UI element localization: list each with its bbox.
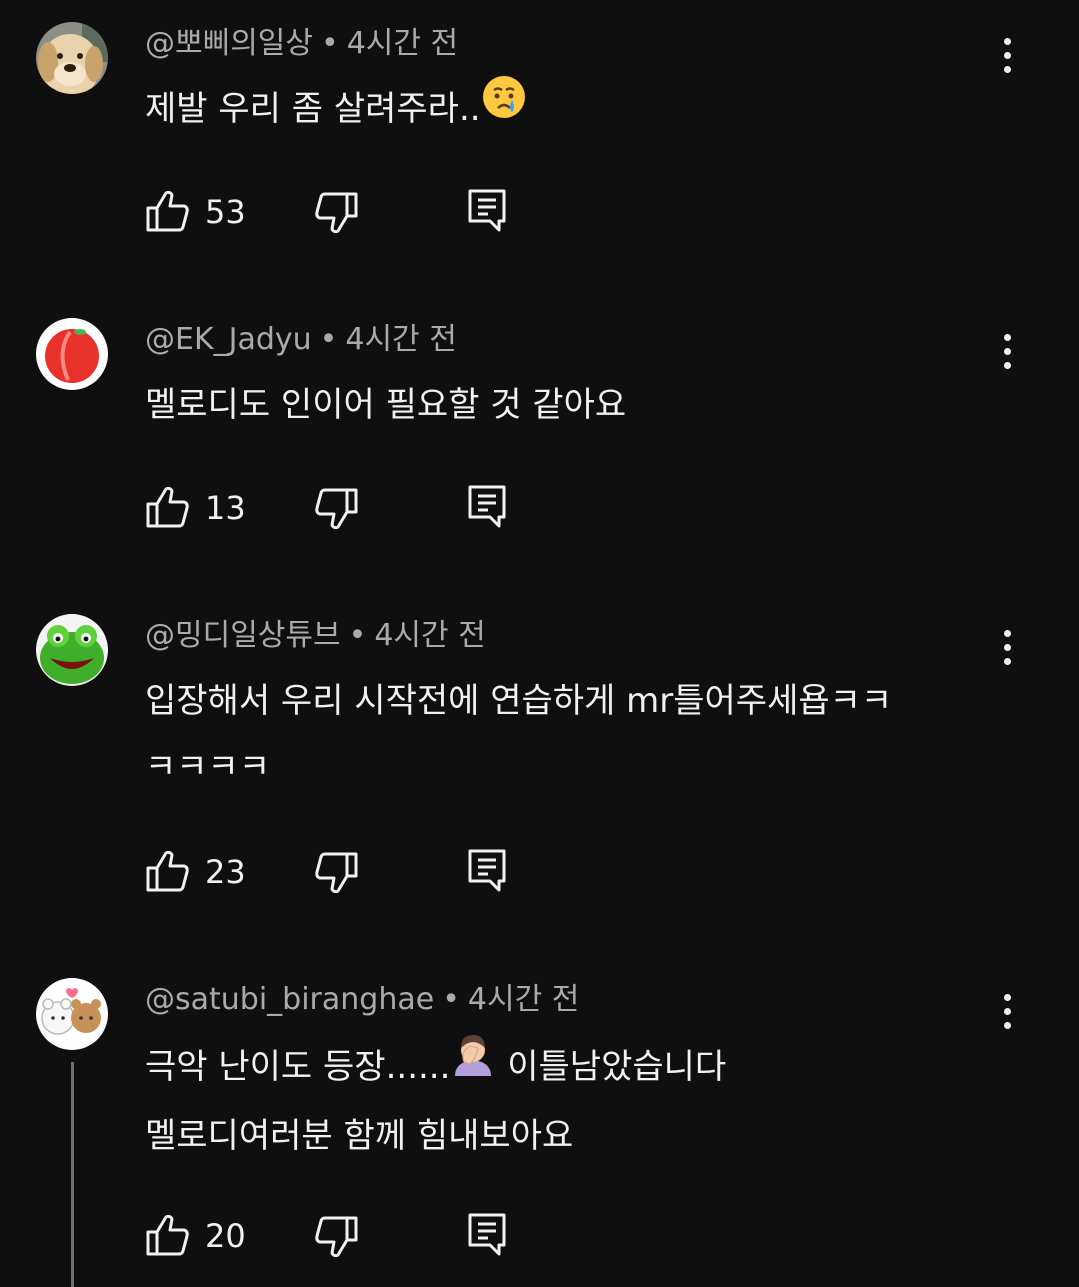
bears-avatar-icon [36,978,108,1050]
reply-button[interactable] [465,1212,511,1258]
like-button[interactable] [145,848,191,894]
comment-text-line: 입장해서 우리 시작전에 연습하게 mr틀어주세욥ㅋㅋ [145,681,893,721]
separator-dot: • [348,618,367,653]
comment-time[interactable]: 4시간 전 [345,322,456,357]
reply-button[interactable] [465,188,511,234]
comment-meta: @satubi_biranghae • 4시간 전 [145,980,579,1020]
author-name[interactable]: @뽀삐의일상 [145,26,313,61]
thumbs-up-icon [146,190,189,232]
thumbs-down-icon [315,192,358,234]
peach-avatar-icon [36,318,108,390]
crying-face-emoji-icon [481,74,527,142]
more-options-button[interactable] [990,992,1026,1032]
author-name[interactable]: @밍디일상튜브 [145,618,341,653]
comment-time[interactable]: 4시간 전 [374,618,485,653]
avatar[interactable] [36,318,108,390]
thumbs-up-icon [146,1214,189,1256]
reply-comment-icon [468,849,506,892]
more-options-button[interactable] [990,628,1026,668]
like-button[interactable] [145,1212,191,1258]
comment-text: 극악 난이도 등장...... 이틀남았습니다 멜로디여러분 함께 힘내보아요 [145,1034,726,1169]
golden-retriever-avatar-icon [36,22,108,94]
comment-text: 멜로디도 인이어 필요할 것 같아요 [145,372,626,438]
comment-time[interactable]: 4시간 전 [347,26,458,61]
separator-dot: • [321,26,339,61]
thumbs-down-icon [315,488,358,530]
comment-text: 입장해서 우리 시작전에 연습하게 mr틀어주세욥ㅋㅋ ㅋㅋㅋㅋ [145,668,892,800]
comment-text-fragment: 이틀남았습니다 [496,1047,727,1087]
dislike-button[interactable] [313,190,359,236]
author-name[interactable]: @satubi_biranghae [145,982,434,1017]
dislike-button[interactable] [313,486,359,532]
like-button[interactable] [145,188,191,234]
separator-dot: • [319,322,338,357]
thumbs-up-icon [146,850,189,892]
comment-text-line: ㅋㅋㅋㅋ [145,747,271,787]
reply-comment-icon [468,189,506,232]
like-button[interactable] [145,484,191,530]
comment-actions: 23 [145,848,545,898]
comment-text-line: 멜로디도 인이어 필요할 것 같아요 [145,385,627,425]
comment-text-line: 멜로디여러분 함께 힘내보아요 [145,1115,574,1156]
more-options-button[interactable] [990,332,1026,372]
comment-meta: @EK_Jadyu • 4시간 전 [145,320,457,360]
comment-meta: @밍디일상튜브 • 4시간 전 [145,616,486,656]
like-count: 53 [205,193,246,231]
avatar[interactable] [36,614,108,686]
avatar[interactable] [36,978,108,1050]
comment-actions: 53 [145,188,545,238]
comment-text-line: 극악 난이도 등장...... 이틀남았습니다 [145,1034,726,1103]
comment-time[interactable]: 4시간 전 [468,982,579,1017]
facepalm-emoji-icon [450,1032,496,1100]
comment-actions: 13 [145,484,545,534]
comment-meta: @뽀삐의일상 • 4시간 전 [145,24,458,64]
like-count: 13 [205,489,246,527]
reply-button[interactable] [465,848,511,894]
separator-dot: • [442,982,460,1017]
more-options-button[interactable] [990,36,1026,76]
reply-button[interactable] [465,484,511,530]
thumbs-down-icon [315,1216,358,1258]
comment-text-line: 제발 우리 좀 살려주라.. [145,89,481,129]
avatar[interactable] [36,22,108,94]
reply-thread-line[interactable] [71,1062,74,1287]
comment-text-fragment: 극악 난이도 등장...... [145,1047,451,1087]
dislike-button[interactable] [313,1214,359,1260]
dislike-button[interactable] [313,850,359,896]
like-count: 20 [205,1217,246,1255]
reply-comment-icon [468,485,506,528]
like-count: 23 [205,853,246,891]
author-name[interactable]: @EK_Jadyu [145,322,312,357]
thumbs-up-icon [146,486,189,528]
frog-avatar-icon [36,614,108,686]
reply-comment-icon [468,1213,506,1256]
comment-text: 제발 우리 좀 살려주라.. [145,74,527,145]
comment-actions: 20 [145,1212,545,1262]
thumbs-down-icon [315,852,358,894]
